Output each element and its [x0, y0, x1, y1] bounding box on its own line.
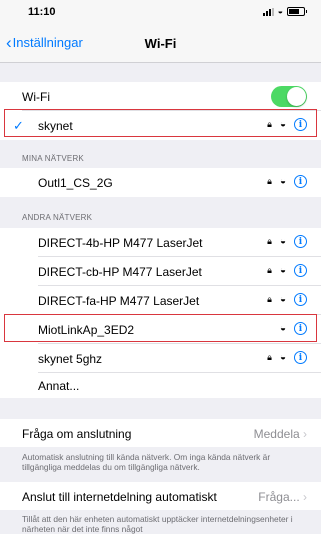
wifi-icon: ◒ [279, 265, 286, 276]
network-name: MiotLinkAp_3ED2 [38, 323, 135, 337]
other-networks-group: DIRECT-4b-HP M477 LaserJet 🔒︎ ◒ i DIRECT… [0, 228, 321, 398]
wifi-icon: ◒ [279, 323, 286, 334]
navigation-bar: ‹ Inställningar Wi-Fi [0, 24, 321, 63]
ask-to-join-value: Meddela › [253, 427, 307, 441]
cellular-signal-icon [262, 7, 274, 16]
other-network-row[interactable]: Annat... [0, 373, 321, 398]
ask-to-join-footer: Automatisk anslutning till kända nätverk… [22, 452, 271, 472]
other-network-label: Annat... [38, 379, 80, 393]
info-button[interactable]: i [294, 235, 307, 248]
network-row[interactable]: DIRECT-4b-HP M477 LaserJet 🔒︎ ◒ i [0, 228, 321, 257]
ask-to-join-row[interactable]: Fråga om anslutning Meddela › [0, 419, 321, 447]
info-button[interactable]: i [294, 118, 307, 131]
network-row[interactable]: DIRECT-fa-HP M477 LaserJet 🔒︎ ◒ i [0, 286, 321, 315]
wifi-status-icon: ◒ [277, 6, 283, 16]
wifi-group: Wi-Fi ✓ skynet 🔒︎ ◒ i [0, 82, 321, 140]
lock-icon: 🔒︎ [267, 352, 272, 362]
my-networks-group: Outl1_CS_2G 🔒︎ ◒ i [0, 168, 321, 197]
chevron-right-icon: › [303, 490, 307, 504]
auto-hotspot-label: Anslut till internetdelning automatiskt [22, 490, 217, 504]
wifi-toggle-row: Wi-Fi [0, 82, 321, 111]
info-button[interactable]: i [294, 175, 307, 188]
connected-network-row[interactable]: ✓ skynet 🔒︎ ◒ i [0, 111, 321, 140]
other-networks-header: ANDRA NÄTVERK [22, 213, 93, 222]
auto-hotspot-value: Fråga... › [258, 490, 307, 504]
wifi-icon: ◒ [279, 236, 286, 247]
info-button[interactable]: i [294, 293, 307, 306]
battery-icon [287, 7, 307, 16]
status-time: 11:10 [28, 6, 56, 18]
network-row[interactable]: DIRECT-cb-HP M477 LaserJet 🔒︎ ◒ i [0, 257, 321, 286]
status-bar: 11:10 ◒ [0, 0, 321, 24]
wifi-icon: ◒ [279, 294, 286, 305]
info-button[interactable]: i [294, 264, 307, 277]
network-row[interactable]: MiotLinkAp_3ED2 ◒ i [0, 315, 321, 344]
lock-icon: 🔒︎ [267, 119, 272, 129]
auto-hotspot-footer: Tillåt att den här enheten automatiskt u… [22, 514, 293, 534]
ask-to-join-label: Fråga om anslutning [22, 427, 132, 441]
network-name: DIRECT-fa-HP M477 LaserJet [38, 294, 200, 308]
wifi-toggle-label: Wi-Fi [22, 90, 50, 104]
wifi-toggle-switch[interactable] [271, 86, 307, 107]
network-name: DIRECT-cb-HP M477 LaserJet [38, 265, 202, 279]
page-title: Wi-Fi [144, 36, 177, 51]
network-name: Outl1_CS_2G [38, 176, 113, 190]
checkmark-icon: ✓ [13, 118, 24, 133]
network-name: skynet 5ghz [38, 352, 103, 366]
wifi-icon: ◒ [279, 119, 286, 130]
status-icons: ◒ [262, 6, 307, 16]
info-button[interactable]: i [294, 351, 307, 364]
lock-icon: 🔒︎ [267, 176, 272, 186]
network-name: skynet [38, 119, 73, 133]
my-networks-header: MINA NÄTVERK [22, 154, 84, 163]
lock-icon: 🔒︎ [267, 236, 272, 246]
network-row[interactable]: skynet 5ghz 🔒︎ ◒ i [0, 344, 321, 373]
lock-icon: 🔒︎ [267, 294, 272, 304]
wifi-icon: ◒ [279, 352, 286, 363]
network-row[interactable]: Outl1_CS_2G 🔒︎ ◒ i [0, 168, 321, 197]
network-name: DIRECT-4b-HP M477 LaserJet [38, 236, 203, 250]
auto-hotspot-row[interactable]: Anslut till internetdelning automatiskt … [0, 482, 321, 510]
chevron-right-icon: › [303, 427, 307, 441]
lock-icon: 🔒︎ [267, 265, 272, 275]
wifi-icon: ◒ [279, 176, 286, 187]
info-button[interactable]: i [294, 322, 307, 335]
